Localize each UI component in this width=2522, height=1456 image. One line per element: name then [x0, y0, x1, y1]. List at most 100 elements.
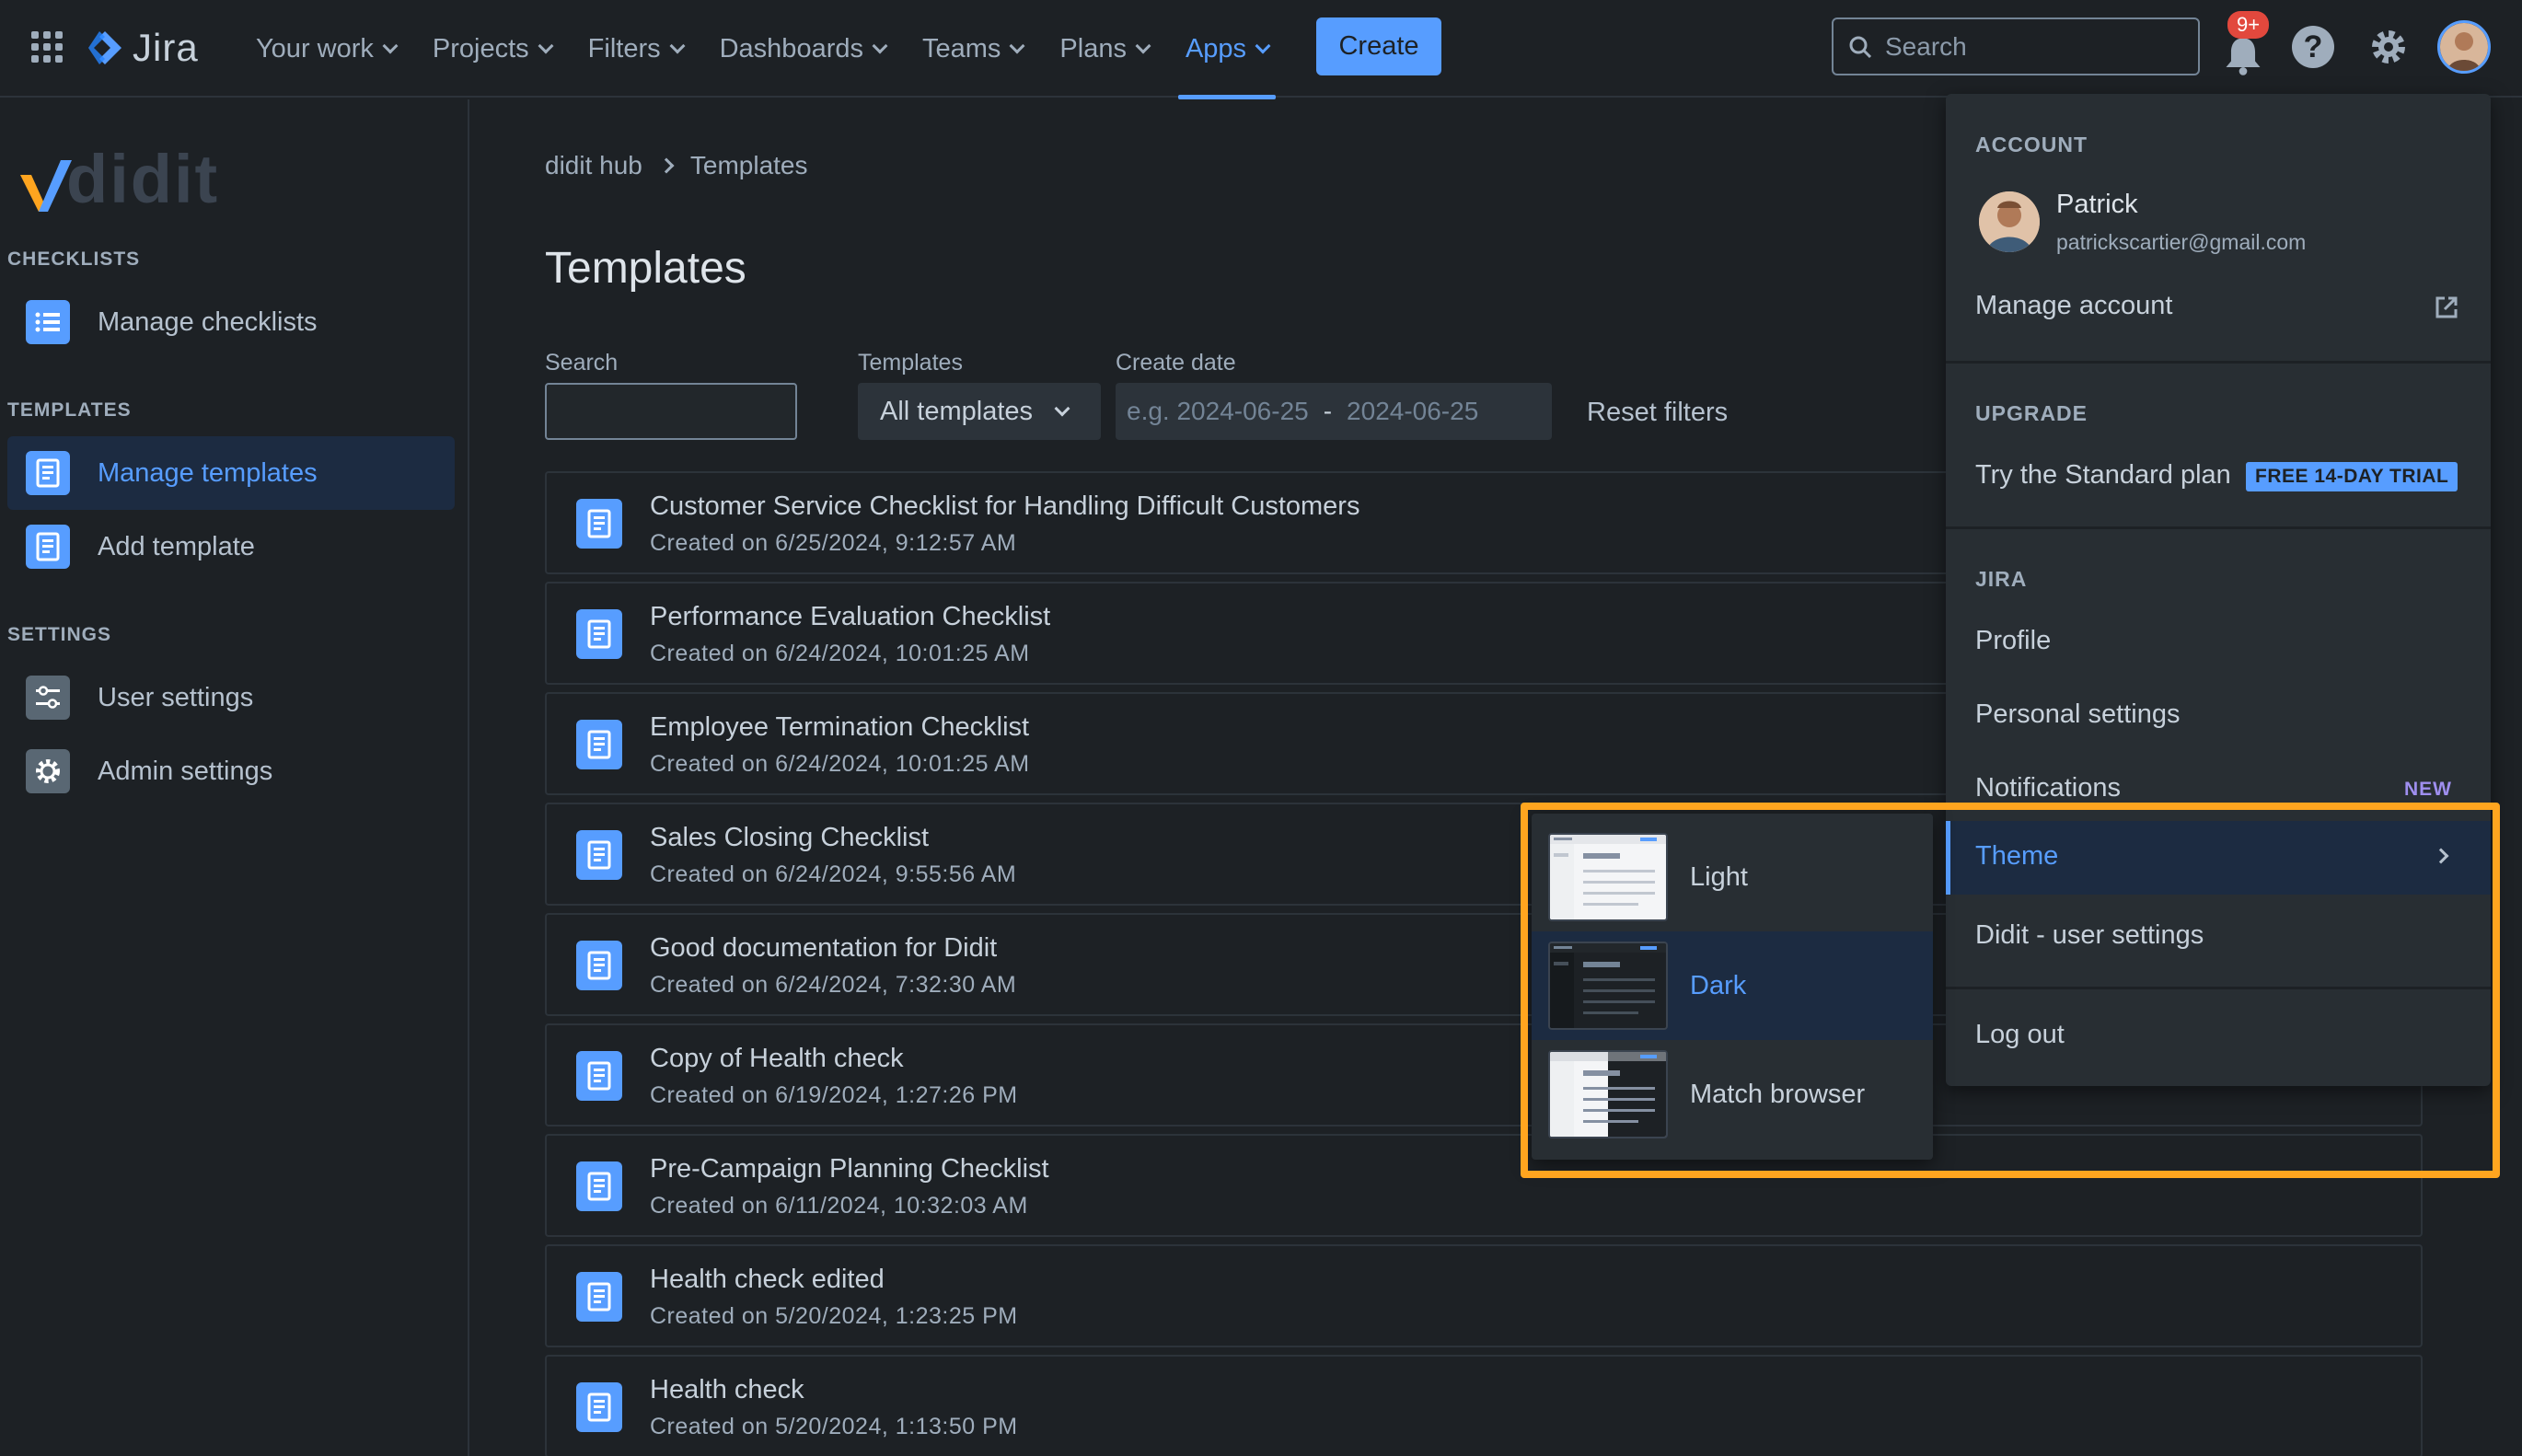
- nav-dashboards[interactable]: Dashboards: [701, 0, 904, 98]
- table-row[interactable]: Health check edited Created on 5/20/2024,…: [545, 1244, 2423, 1347]
- template-title[interactable]: Copy of Health check: [650, 1044, 904, 1074]
- sidebar-item-manage-checklists[interactable]: Manage checklists: [7, 285, 455, 359]
- nav-projects[interactable]: Projects: [414, 0, 570, 98]
- manage-account-link[interactable]: Manage account: [1975, 291, 2172, 321]
- template-title[interactable]: Customer Service Checklist for Handling …: [650, 491, 1359, 522]
- templates-filter-label: Templates: [858, 350, 963, 376]
- theme-submenu: Light Dark Match browser: [1532, 814, 1933, 1160]
- template-title[interactable]: Sales Closing Checklist: [650, 823, 929, 853]
- theme-option-label: Dark: [1690, 970, 1747, 1000]
- date-to-placeholder[interactable]: 2024-06-25: [1347, 397, 1478, 426]
- template-title[interactable]: Health check: [650, 1375, 804, 1405]
- dark-theme-preview: [1548, 942, 1668, 1030]
- sliders-icon: [26, 676, 70, 720]
- create-button[interactable]: Create: [1316, 17, 1441, 75]
- help-icon[interactable]: ?: [2292, 26, 2334, 68]
- table-row[interactable]: Pre-Campaign Planning Checklist Created o…: [545, 1134, 2423, 1237]
- nav-label: Your work: [256, 33, 374, 64]
- template-created-date: Created on 5/20/2024, 1:13:50 PM: [650, 1414, 1018, 1439]
- template-search-input[interactable]: [545, 383, 797, 440]
- breadcrumb-current[interactable]: Templates: [690, 151, 808, 180]
- personal-settings-link[interactable]: Personal settings: [1975, 699, 2180, 730]
- upgrade-section-title: UPGRADE: [1975, 401, 2088, 425]
- nav-label: Projects: [432, 33, 529, 64]
- primary-nav: Your work Projects Filters Dashboards Te…: [237, 0, 1287, 99]
- sidebar: didit CHECKLISTS Manage checklists TEMPL…: [0, 99, 469, 1456]
- template-created-date: Created on 5/20/2024, 1:23:25 PM: [650, 1303, 1018, 1329]
- document-icon: [576, 720, 622, 769]
- search-placeholder: Search: [1885, 31, 1967, 61]
- list-icon: [26, 300, 70, 344]
- nav-plans[interactable]: Plans: [1041, 0, 1167, 98]
- sidebar-item-manage-templates[interactable]: Manage templates: [7, 436, 455, 510]
- try-standard-plan-link[interactable]: Try the Standard plan: [1975, 460, 2231, 491]
- chevron-down-icon: [1054, 400, 1070, 417]
- nav-filters[interactable]: Filters: [570, 0, 701, 98]
- search-label: Search: [545, 350, 619, 376]
- nav-apps[interactable]: Apps: [1167, 0, 1287, 99]
- chevron-down-icon: [1135, 38, 1151, 54]
- theme-option-label: Match browser: [1690, 1079, 1866, 1109]
- light-theme-preview: [1548, 833, 1668, 921]
- theme-option-dark[interactable]: Dark: [1532, 931, 1933, 1040]
- nav-label: Teams: [921, 33, 1001, 64]
- nav-your-work[interactable]: Your work: [237, 0, 414, 98]
- section-checklists: CHECKLISTS: [7, 248, 141, 270]
- profile-link[interactable]: Profile: [1975, 626, 2051, 656]
- document-icon: [26, 525, 70, 569]
- notifications-link[interactable]: Notifications: [1975, 773, 2121, 803]
- create-date-label: Create date: [1116, 350, 1236, 376]
- date-from-placeholder[interactable]: e.g. 2024-06-25: [1127, 397, 1309, 426]
- document-icon: [576, 1272, 622, 1322]
- theme-menu-item[interactable]: Theme: [1946, 821, 2491, 895]
- template-created-date: Created on 6/24/2024, 7:32:30 AM: [650, 972, 1017, 998]
- app-switcher-icon[interactable]: [31, 31, 63, 63]
- menu-divider: [1946, 987, 2491, 989]
- breadcrumb-root[interactable]: didit hub: [545, 151, 642, 180]
- template-title[interactable]: Employee Termination Checklist: [650, 712, 1029, 743]
- nav-teams[interactable]: Teams: [904, 0, 1041, 98]
- chevron-down-icon: [1255, 38, 1271, 54]
- document-icon: [576, 499, 622, 549]
- nav-label: Plans: [1059, 33, 1127, 64]
- document-icon: [576, 1382, 622, 1432]
- account-name: Patrick: [2056, 190, 2138, 219]
- sidebar-item-add-template[interactable]: Add template: [7, 510, 455, 584]
- reset-filters-button[interactable]: Reset filters: [1587, 398, 1728, 428]
- jira-logo-icon: [88, 31, 121, 64]
- table-row[interactable]: Health check Created on 5/20/2024, 1:13:5…: [545, 1355, 2423, 1456]
- template-title[interactable]: Health check edited: [650, 1265, 885, 1295]
- account-section-title: ACCOUNT: [1975, 133, 2088, 156]
- chevron-down-icon: [538, 38, 554, 54]
- theme-option-label: Light: [1690, 861, 1748, 892]
- theme-label: Theme: [1975, 841, 2059, 871]
- didit-v-icon: [20, 160, 72, 212]
- template-title[interactable]: Performance Evaluation Checklist: [650, 602, 1050, 632]
- date-range-input[interactable]: e.g. 2024-06-25 - 2024-06-25: [1116, 383, 1552, 440]
- jira-logo[interactable]: Jira: [87, 26, 199, 70]
- gear-icon[interactable]: [2366, 24, 2412, 70]
- search-input[interactable]: Search: [1832, 17, 2200, 75]
- sidebar-item-admin-settings[interactable]: Admin settings: [7, 734, 455, 808]
- match-browser-theme-preview: [1548, 1050, 1668, 1138]
- avatar[interactable]: [2437, 20, 2491, 74]
- top-navigation: Jira Your work Projects Filters Dashboar…: [0, 0, 2522, 99]
- sidebar-item-label: Add template: [98, 531, 255, 561]
- logout-link[interactable]: Log out: [1975, 1020, 2065, 1050]
- chevron-down-icon: [669, 38, 686, 54]
- template-created-date: Created on 6/24/2024, 10:01:25 AM: [650, 751, 1030, 777]
- didit-user-settings-link[interactable]: Didit - user settings: [1975, 920, 2204, 951]
- template-title[interactable]: Good documentation for Didit: [650, 933, 997, 964]
- template-title[interactable]: Pre-Campaign Planning Checklist: [650, 1154, 1049, 1184]
- avatar-image: [1979, 191, 2040, 252]
- external-link-icon: [2435, 296, 2458, 318]
- selection-indicator: [1946, 821, 1950, 895]
- new-badge: NEW: [2404, 779, 2452, 800]
- theme-option-light[interactable]: Light: [1532, 823, 1933, 931]
- trial-badge: FREE 14-DAY TRIAL: [2246, 462, 2458, 491]
- avatar-image: [2440, 23, 2488, 71]
- sidebar-item-user-settings[interactable]: User settings: [7, 661, 455, 734]
- didit-logo: didit: [20, 145, 219, 214]
- templates-select[interactable]: All templates: [858, 383, 1101, 440]
- theme-option-match-browser[interactable]: Match browser: [1532, 1040, 1933, 1149]
